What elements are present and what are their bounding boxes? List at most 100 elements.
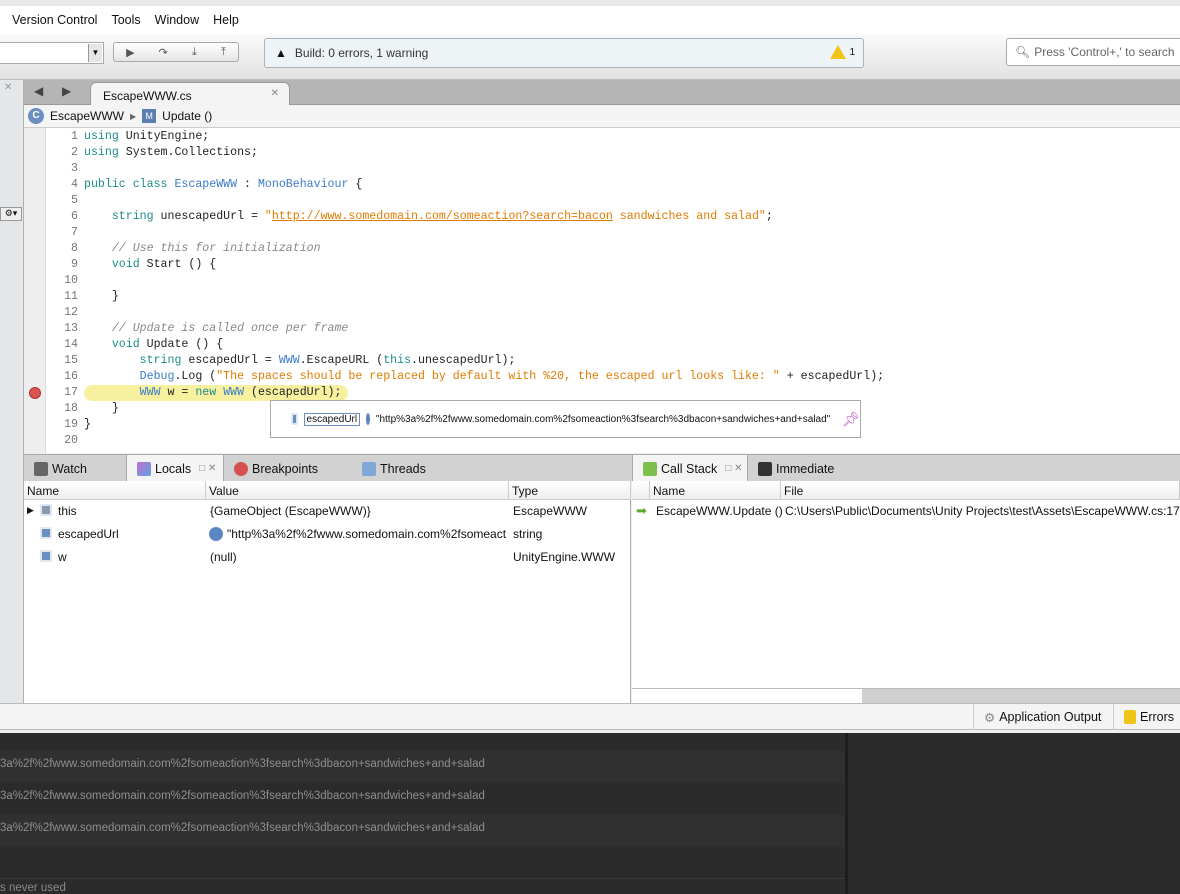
horizontal-scrollbar[interactable]: ‹ bbox=[632, 688, 1180, 703]
code-token: "The spaces should be replaced by defaul… bbox=[216, 370, 780, 383]
breadcrumb-class[interactable]: EscapeWWW bbox=[50, 109, 124, 123]
code-line[interactable]: 4 public class EscapeWWW : MonoBehaviour … bbox=[46, 177, 1180, 193]
code-line[interactable]: 7 bbox=[46, 225, 1180, 241]
code-line[interactable]: 12 bbox=[46, 305, 1180, 321]
menu-help[interactable]: Help bbox=[213, 13, 239, 27]
line-number: 18 bbox=[64, 402, 78, 415]
warning-counter[interactable]: 1 bbox=[830, 45, 855, 59]
output-line: 3a%2f%2fwww.somedomain.com%2fsomeaction%… bbox=[0, 790, 485, 802]
output-line: 3a%2f%2fwww.somedomain.com%2fsomeaction%… bbox=[0, 815, 845, 847]
scrollbar-thumb[interactable] bbox=[632, 689, 862, 703]
step-out-icon[interactable]: ⤒ bbox=[221, 46, 226, 59]
tab-locals[interactable]: Locals □ ✕ bbox=[126, 455, 224, 482]
search-input[interactable]: 🔍︎ Press 'Control+,' to search bbox=[1006, 38, 1180, 66]
code-line[interactable]: 13 // Update is called once per frame bbox=[46, 321, 1180, 337]
breakpoint-icon[interactable] bbox=[29, 387, 41, 399]
code-line[interactable]: 11 } bbox=[46, 289, 1180, 305]
code-line[interactable]: 15 string escapedUrl = WWW.EscapeURL (th… bbox=[46, 353, 1180, 369]
output-side-panel bbox=[845, 733, 1180, 894]
call-stack-icon bbox=[643, 461, 657, 476]
pin-icon[interactable]: 📌︎ bbox=[842, 411, 860, 428]
chevron-right-icon: ▶ bbox=[130, 111, 137, 121]
code-token: // Use this for initialization bbox=[111, 242, 321, 255]
code-line[interactable]: 10 bbox=[46, 273, 1180, 289]
tab-breakpoints[interactable]: Breakpoints bbox=[224, 455, 352, 482]
code-token: this bbox=[383, 354, 412, 367]
close-tab-icon[interactable]: ✕ bbox=[271, 88, 279, 99]
continue-icon[interactable]: ▶ bbox=[126, 46, 134, 59]
build-status: Build: 0 errors, 1 warning bbox=[294, 46, 429, 60]
errors-button[interactable]: Errors bbox=[1113, 704, 1180, 730]
close-icon[interactable]: □ ✕ bbox=[725, 463, 742, 474]
column-value[interactable]: Value bbox=[206, 481, 509, 500]
code-line[interactable]: 3 bbox=[46, 161, 1180, 177]
code-token: public class bbox=[84, 178, 168, 191]
code-token: ; bbox=[765, 210, 773, 223]
code-token: .Log ( bbox=[174, 370, 217, 383]
breakpoint-gutter[interactable] bbox=[24, 128, 46, 453]
step-over-icon[interactable]: ↷ bbox=[159, 46, 168, 59]
tab-call-stack[interactable]: Call Stack □ ✕ bbox=[632, 455, 748, 482]
code-token: WWW bbox=[278, 354, 300, 367]
code-token: unescapedUrl = bbox=[153, 210, 265, 223]
step-into-icon[interactable]: ⤓ bbox=[192, 46, 197, 59]
gear-icon: ⚙ bbox=[984, 710, 996, 725]
breakpoints-icon bbox=[234, 461, 248, 476]
code-token: escapedUrl = bbox=[181, 354, 279, 367]
variable-icon bbox=[40, 550, 52, 562]
column-name[interactable]: Name bbox=[24, 481, 206, 500]
status-bar: ⚙ Application Output Errors bbox=[0, 703, 1180, 730]
current-frame-arrow-icon: ➡ bbox=[636, 503, 647, 518]
code-line[interactable]: 8 // Use this for initialization bbox=[46, 241, 1180, 257]
application-output-button[interactable]: ⚙ Application Output bbox=[973, 704, 1113, 730]
expand-icon[interactable]: ▶ bbox=[27, 505, 34, 516]
toolbar: ▼ ▶ ↷ ⤓ ⤒ ▲ Build: 0 errors, 1 warning 1… bbox=[0, 34, 1180, 80]
column-file[interactable]: File bbox=[781, 481, 1180, 500]
variable-icon bbox=[40, 527, 52, 539]
gear-icon[interactable]: ⚙▾ bbox=[0, 207, 22, 221]
line-number: 6 bbox=[71, 210, 78, 223]
line-number: 20 bbox=[64, 434, 78, 447]
line-number: 14 bbox=[64, 338, 78, 351]
column-type[interactable]: Type bbox=[509, 481, 631, 500]
breadcrumb-method[interactable]: Update () bbox=[162, 109, 212, 123]
debug-controls: ▶ ↷ ⤓ ⤒ bbox=[113, 42, 239, 62]
tab-immediate[interactable]: Immediate bbox=[748, 455, 868, 482]
tooltip-variable-name[interactable]: escapedUrl bbox=[303, 412, 361, 426]
close-icon[interactable]: □ ✕ bbox=[199, 463, 216, 474]
configuration-dropdown[interactable]: ▼ bbox=[0, 42, 104, 64]
warning-icon bbox=[830, 45, 847, 59]
edit-icon[interactable] bbox=[209, 527, 223, 541]
code-line[interactable]: 17 WWW w = new WWW (escapedUrl); bbox=[46, 385, 1180, 401]
code-token: string bbox=[111, 210, 154, 223]
line-number: 13 bbox=[64, 322, 78, 335]
menu-tools[interactable]: Tools bbox=[111, 13, 140, 27]
tab-threads[interactable]: Threads bbox=[352, 455, 630, 482]
menu-window[interactable]: Window bbox=[155, 13, 199, 27]
code-token: + escapedUrl); bbox=[779, 370, 885, 383]
tab-watch[interactable]: Watch bbox=[24, 455, 126, 482]
line-number: 12 bbox=[64, 306, 78, 319]
code-token: System.Collections; bbox=[118, 146, 258, 159]
code-line[interactable]: 5 bbox=[46, 193, 1180, 209]
code-line[interactable]: 14 void Update () { bbox=[46, 337, 1180, 353]
tab-forward-icon[interactable]: ▶ bbox=[62, 84, 71, 98]
close-icon[interactable]: ✕ bbox=[4, 82, 12, 93]
tab-escapewww-cs[interactable]: EscapeWWW.cs ✕ bbox=[90, 82, 290, 106]
code-line[interactable]: 2 using System.Collections; bbox=[46, 145, 1180, 161]
tab-back-icon[interactable]: ◀ bbox=[34, 84, 43, 98]
menu-version-control[interactable]: Version Control bbox=[12, 13, 97, 27]
build-status-panel[interactable]: ▲ Build: 0 errors, 1 warning 1 bbox=[264, 38, 864, 68]
tooltip-value: "http%3a%2f%2fwww.somedomain.com%2fsomea… bbox=[375, 413, 831, 425]
code-line[interactable]: 9 void Start () { bbox=[46, 257, 1180, 273]
code-line[interactable]: 6 string unescapedUrl = "http://www.some… bbox=[46, 209, 1180, 225]
code-token: WWW bbox=[223, 386, 245, 399]
application-output[interactable]: 3a%2f%2fwww.somedomain.com%2fsomeaction%… bbox=[0, 733, 845, 878]
line-number: 7 bbox=[71, 226, 78, 239]
code-line[interactable]: 16 Debug.Log ("The spaces should be repl… bbox=[46, 369, 1180, 385]
code-line[interactable]: 1 using UnityEngine; bbox=[46, 129, 1180, 145]
column-name[interactable]: Name bbox=[650, 481, 781, 500]
